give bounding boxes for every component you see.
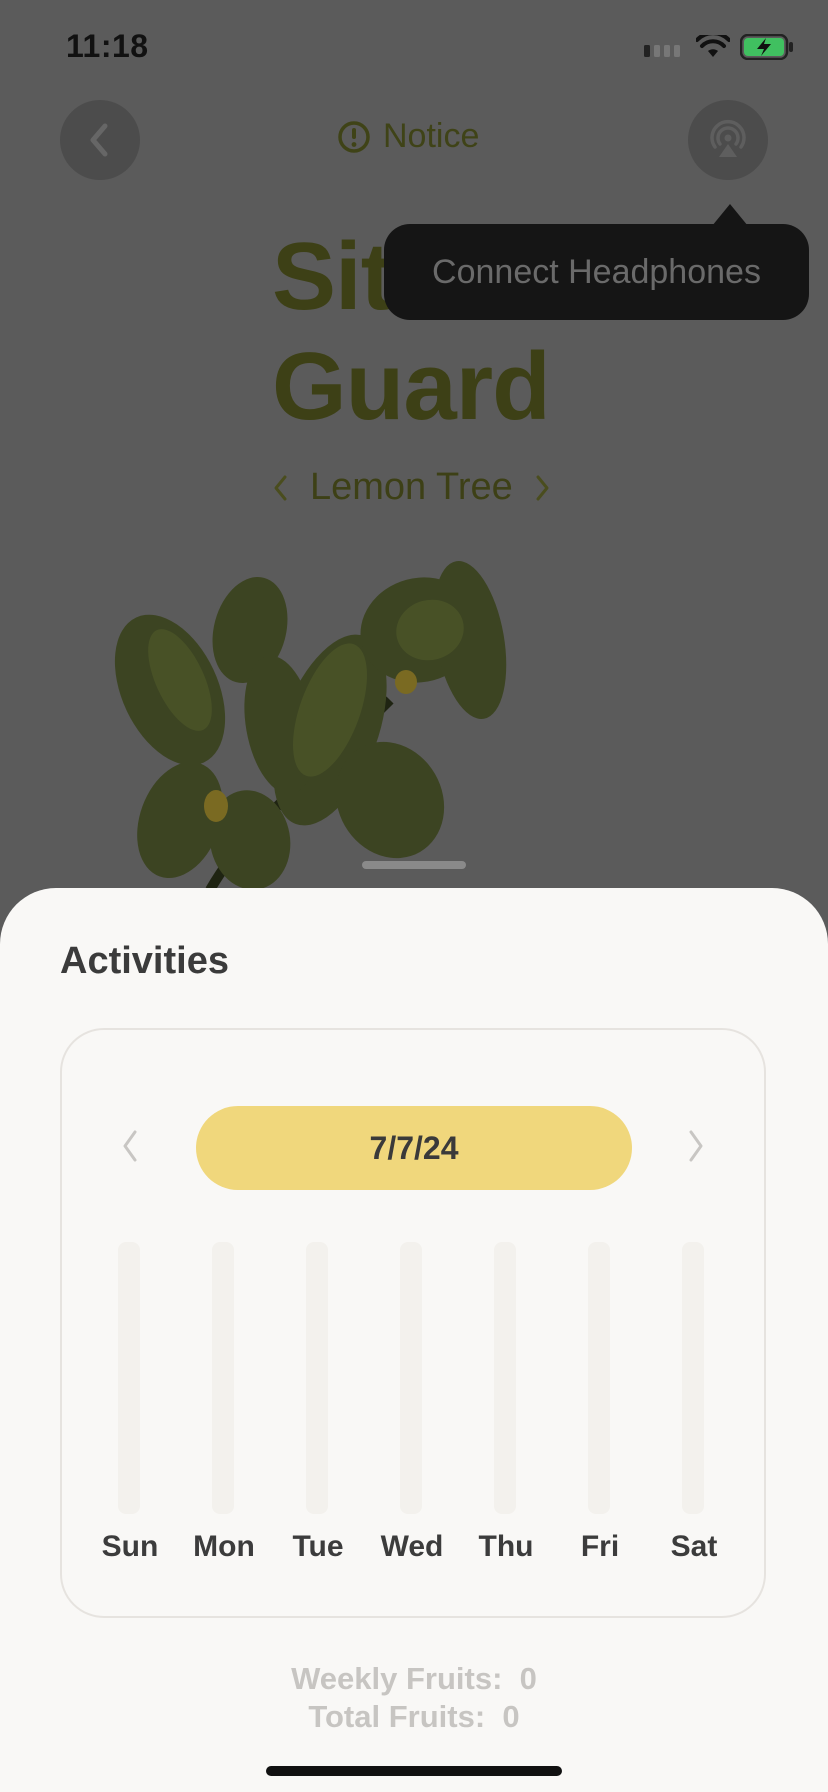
back-button[interactable] (60, 100, 140, 180)
chevron-left-icon (90, 123, 108, 157)
day-label: Fri (580, 1530, 620, 1563)
bar-sat (682, 1242, 704, 1514)
bar-sun (118, 1242, 140, 1514)
activities-sheet: Activities 7/7/24 Sun Mon Tue Wed Thu Fr… (0, 888, 828, 1792)
weekly-bars (118, 1242, 718, 1514)
total-fruits: Total Fruits: 0 (0, 1698, 828, 1736)
tree-selector: Lemon Tree (270, 466, 553, 509)
sheet-grabber[interactable] (362, 861, 466, 869)
bar-tue (306, 1242, 328, 1514)
fruit-stats: Weekly Fruits: 0 Total Fruits: 0 (0, 1660, 828, 1736)
next-week-button[interactable] (676, 1126, 716, 1166)
tooltip-arrow (712, 204, 748, 226)
chevron-left-icon[interactable] (270, 473, 292, 503)
day-label: Sat (670, 1530, 718, 1563)
battery-charging-icon (740, 34, 793, 60)
status-icons (644, 34, 794, 60)
app-screen: 11:18 Notice Sit Guard Lemon Tree Connec… (0, 0, 828, 1792)
chevron-right-icon[interactable] (531, 473, 553, 503)
sheet-title: Activities (60, 940, 229, 982)
weekly-activity-card: 7/7/24 Sun Mon Tue Wed Thu Fri Sat (60, 1028, 766, 1618)
chevron-right-icon (689, 1130, 703, 1162)
weekly-fruits-value: 0 (519, 1661, 537, 1696)
headphones-airplay-button[interactable] (688, 100, 768, 180)
signal-icon (644, 45, 680, 57)
bar-wed (400, 1242, 422, 1514)
notice-button[interactable]: Notice (337, 117, 479, 156)
home-indicator (266, 1766, 562, 1776)
chevron-left-icon (123, 1130, 137, 1162)
wifi-icon (696, 35, 730, 57)
day-label: Thu (478, 1530, 534, 1563)
status-time: 11:18 (66, 28, 149, 64)
day-label: Mon (193, 1530, 255, 1563)
notice-label: Notice (383, 117, 480, 155)
weekly-fruits-label: Weekly Fruits: (291, 1661, 503, 1696)
bar-mon (212, 1242, 234, 1514)
tooltip-text: Connect Headphones (432, 252, 761, 291)
audio-airplay-icon (710, 119, 746, 157)
weekly-fruits: Weekly Fruits: 0 (0, 1660, 828, 1698)
lemon-tree-illustration (114, 560, 507, 890)
tree-name: Lemon Tree (310, 466, 513, 508)
title-line-2: Guard (272, 333, 551, 440)
total-fruits-label: Total Fruits: (308, 1699, 486, 1734)
day-label: Sun (101, 1530, 159, 1563)
date-pill[interactable]: 7/7/24 (196, 1106, 632, 1190)
info-circle-icon (338, 120, 370, 153)
day-label: Wed (380, 1530, 444, 1563)
weekday-labels: Sun Mon Tue Wed Thu Fri Sat (62, 1530, 768, 1570)
previous-week-button[interactable] (110, 1126, 150, 1166)
bar-fri (588, 1242, 610, 1514)
connect-headphones-tooltip[interactable]: Connect Headphones (384, 224, 809, 320)
day-label: Tue (292, 1530, 344, 1563)
bar-thu (494, 1242, 516, 1514)
total-fruits-value: 0 (502, 1699, 520, 1734)
